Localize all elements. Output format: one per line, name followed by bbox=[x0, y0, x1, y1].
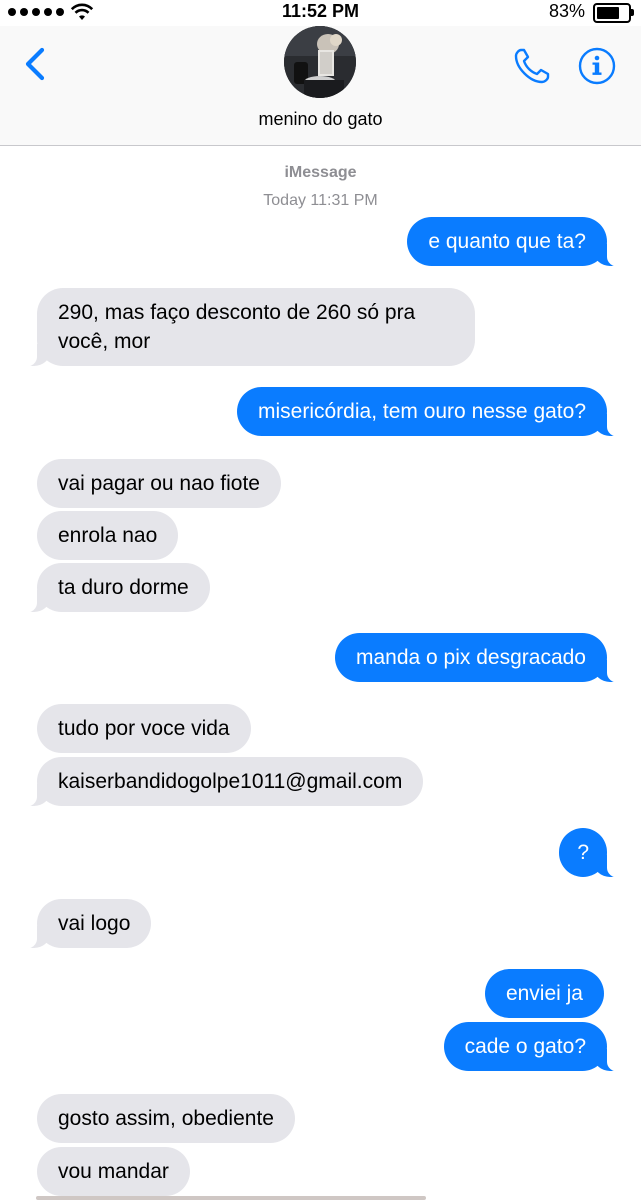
message-text: 290, mas faço desconto de 260 só pra voc… bbox=[58, 301, 416, 353]
battery-icon bbox=[593, 3, 634, 23]
message-bubble-received[interactable]: tudo por voce vida bbox=[37, 704, 251, 753]
message-text: misericórdia, tem ouro nesse gato? bbox=[258, 400, 586, 423]
message-text: ta duro dorme bbox=[58, 576, 189, 599]
message-bubble-received[interactable]: 290, mas faço desconto de 260 só pra voc… bbox=[25, 288, 475, 367]
message-text: gosto assim, obediente bbox=[58, 1107, 274, 1130]
message-text: vai logo bbox=[58, 912, 131, 935]
message-text: vou mandar bbox=[58, 1160, 169, 1183]
message-bubble-received[interactable]: vai logo bbox=[24, 899, 152, 949]
message-bubble-sent[interactable]: e quanto que ta? bbox=[407, 217, 619, 267]
contact-name[interactable]: menino do gato bbox=[0, 109, 641, 130]
phone-icon bbox=[514, 48, 550, 84]
message-bubble-received[interactable]: ta duro dorme bbox=[25, 563, 210, 613]
info-button[interactable] bbox=[578, 47, 616, 85]
status-bar: 11:52 PM 83% bbox=[0, 0, 641, 26]
battery-percentage: 83% bbox=[548, 1, 585, 21]
message-text: vai pagar ou nao fiote bbox=[58, 472, 260, 495]
message-bubble-sent[interactable]: enviei ja bbox=[484, 969, 604, 1018]
message-bubble-sent[interactable]: misericórdia, tem ouro nesse gato? bbox=[237, 387, 619, 437]
conversation-header: menino do gato bbox=[0, 26, 641, 146]
message-bubble-sent[interactable]: cade o gato? bbox=[443, 1022, 620, 1072]
back-button[interactable] bbox=[20, 42, 54, 86]
message-text: cade o gato? bbox=[464, 1035, 586, 1058]
message-text: e quanto que ta? bbox=[428, 230, 586, 253]
message-text: enviei ja bbox=[505, 982, 583, 1005]
status-time: 11:52 PM bbox=[281, 1, 360, 21]
message-text: manda o pix desgracado bbox=[356, 646, 586, 669]
message-bubble-received[interactable]: vou mandar bbox=[37, 1147, 190, 1196]
call-button[interactable] bbox=[512, 46, 552, 86]
message-bubble-sent[interactable]: ? bbox=[559, 828, 619, 878]
message-text: ? bbox=[577, 841, 589, 864]
service-label: iMessage bbox=[284, 164, 357, 181]
message-text: enrola nao bbox=[58, 524, 158, 547]
message-bubble-received[interactable]: vai pagar ou nao fiote bbox=[37, 459, 281, 508]
avatar-photo bbox=[284, 26, 356, 98]
message-bubble-received[interactable]: kaiserbandidogolpe1011@gmail.com bbox=[24, 757, 424, 807]
info-icon bbox=[578, 47, 616, 85]
partial-image-attachment[interactable] bbox=[36, 1196, 426, 1200]
message-bubble-received[interactable]: enrola nao bbox=[37, 511, 179, 560]
message-text: tudo por voce vida bbox=[58, 717, 230, 740]
contact-avatar[interactable] bbox=[284, 26, 356, 98]
message-text: kaiserbandidogolpe1011@gmail.com bbox=[58, 770, 403, 793]
message-bubble-sent[interactable]: manda o pix desgracado bbox=[335, 633, 619, 683]
message-bubble-received[interactable]: gosto assim, obediente bbox=[37, 1094, 295, 1143]
chevron-left-icon bbox=[25, 47, 45, 81]
thread-timestamp: Today 11:31 PM bbox=[263, 192, 378, 209]
